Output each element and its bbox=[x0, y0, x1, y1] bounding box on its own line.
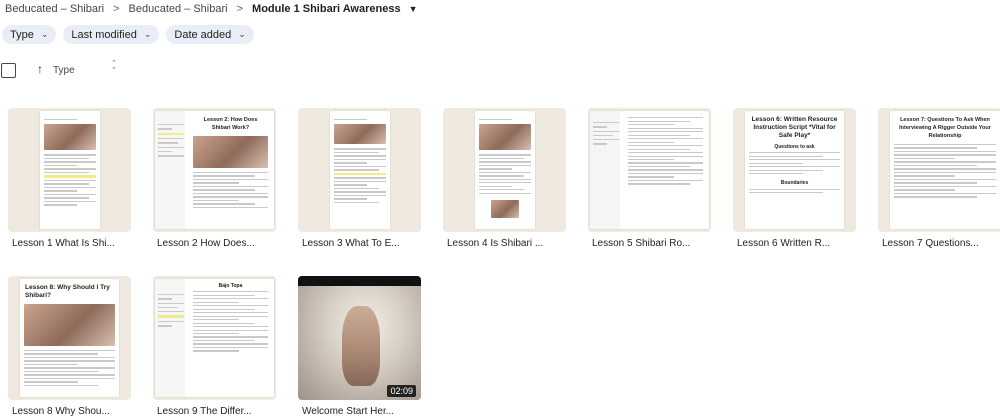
document-preview bbox=[475, 111, 535, 229]
file-thumbnail bbox=[298, 108, 421, 232]
select-all-checkbox[interactable] bbox=[1, 63, 16, 78]
file-name: Lesson 3 What To E... bbox=[302, 238, 400, 249]
chevron-down-icon: ⌄ bbox=[238, 29, 246, 39]
file-thumbnail bbox=[8, 108, 131, 232]
chevron-right-icon: > bbox=[113, 3, 120, 15]
video-thumbnail: 02:09 bbox=[298, 276, 421, 400]
file-card-lesson-1[interactable]: Lesson 1 What Is Shi... bbox=[8, 108, 131, 249]
file-name: Lesson 4 Is Shibari ... bbox=[447, 238, 544, 249]
file-name: Lesson 1 What Is Shi... bbox=[12, 238, 115, 249]
video-duration-badge: 02:09 bbox=[387, 385, 416, 397]
file-thumbnail: Bajo Topa bbox=[153, 276, 276, 400]
file-name: Lesson 8 Why Shou... bbox=[12, 406, 110, 417]
filter-chips: Type ⌄ Last modified ⌄ Date added ⌄ bbox=[2, 25, 254, 44]
chevron-down-icon[interactable]: ▼ bbox=[409, 4, 418, 14]
filter-type-label: Type bbox=[10, 28, 34, 41]
document-preview bbox=[40, 111, 100, 229]
filter-date-added-chip[interactable]: Date added ⌄ bbox=[166, 25, 254, 44]
file-thumbnail: Lesson 8: Why Should I Try Shibari? bbox=[8, 276, 131, 400]
file-thumbnail: Lesson 7: Questions To Ask When Intervie… bbox=[878, 108, 1000, 232]
file-thumbnail: Lesson 2: How Does Shibari Work? bbox=[153, 108, 276, 232]
file-thumbnail bbox=[588, 108, 711, 232]
filter-type-chip[interactable]: Type ⌄ bbox=[2, 25, 57, 44]
chevron-right-icon: > bbox=[236, 3, 244, 15]
file-name: Lesson 9 The Differ... bbox=[157, 406, 252, 417]
document-preview: Lesson 8: Why Should I Try Shibari? bbox=[20, 279, 119, 397]
breadcrumb-item[interactable]: Beducated – Shibari bbox=[128, 3, 229, 15]
file-name: Lesson 5 Shibari Ro... bbox=[592, 238, 691, 249]
breadcrumb-item[interactable]: Beducated – Shibari bbox=[4, 3, 105, 15]
filter-last-modified-label: Last modified bbox=[71, 28, 137, 41]
file-thumbnail bbox=[443, 108, 566, 232]
document-preview: Bajo Topa bbox=[155, 279, 274, 397]
file-name: Lesson 6 Written R... bbox=[737, 238, 831, 249]
file-card-lesson-7[interactable]: Lesson 7: Questions To Ask When Intervie… bbox=[878, 108, 1000, 249]
sort-type-label[interactable]: Type bbox=[53, 65, 75, 76]
breadcrumb: Beducated – Shibari > Beducated – Shibar… bbox=[4, 0, 418, 18]
arrow-up-icon[interactable]: ↑ bbox=[37, 62, 43, 76]
file-card-lesson-8[interactable]: Lesson 8: Why Should I Try Shibari? Less… bbox=[8, 276, 131, 417]
document-preview: Lesson 6: Written Resource Instruction S… bbox=[745, 111, 844, 229]
file-name: Welcome Start Her... bbox=[302, 406, 395, 417]
file-card-welcome-video[interactable]: 02:09 Welcome Start Her... bbox=[298, 276, 421, 417]
file-name: Lesson 2 How Does... bbox=[157, 238, 255, 249]
file-card-lesson-6[interactable]: Lesson 6: Written Resource Instruction S… bbox=[733, 108, 856, 249]
chevron-down-icon: ⌄ bbox=[40, 29, 49, 39]
document-preview: Lesson 2: How Does Shibari Work? bbox=[155, 111, 274, 229]
file-thumbnail: Lesson 6: Written Resource Instruction S… bbox=[733, 108, 856, 232]
breadcrumb-current-folder[interactable]: Module 1 Shibari Awareness bbox=[251, 3, 402, 15]
document-preview bbox=[330, 111, 390, 229]
file-card-lesson-5[interactable]: Lesson 5 Shibari Ro... bbox=[588, 108, 711, 249]
file-card-lesson-2[interactable]: Lesson 2: How Does Shibari Work? Lesson … bbox=[153, 108, 276, 249]
file-name: Lesson 7 Questions... bbox=[882, 238, 979, 249]
chevron-down-icon: ⌄ bbox=[143, 29, 152, 39]
document-preview bbox=[590, 111, 709, 229]
document-preview: Lesson 7: Questions To Ask When Intervie… bbox=[890, 111, 1000, 229]
filter-date-added-label: Date added bbox=[174, 28, 232, 41]
file-card-lesson-3[interactable]: Lesson 3 What To E... bbox=[298, 108, 421, 249]
filter-last-modified-chip[interactable]: Last modified ⌄ bbox=[63, 25, 160, 44]
file-card-lesson-9[interactable]: Bajo Topa Lesson 9 The Differ... bbox=[153, 276, 276, 417]
file-card-lesson-4[interactable]: Lesson 4 Is Shibari ... bbox=[443, 108, 566, 249]
sort-order-toggle-icon[interactable]: ˆˇ bbox=[109, 60, 119, 76]
